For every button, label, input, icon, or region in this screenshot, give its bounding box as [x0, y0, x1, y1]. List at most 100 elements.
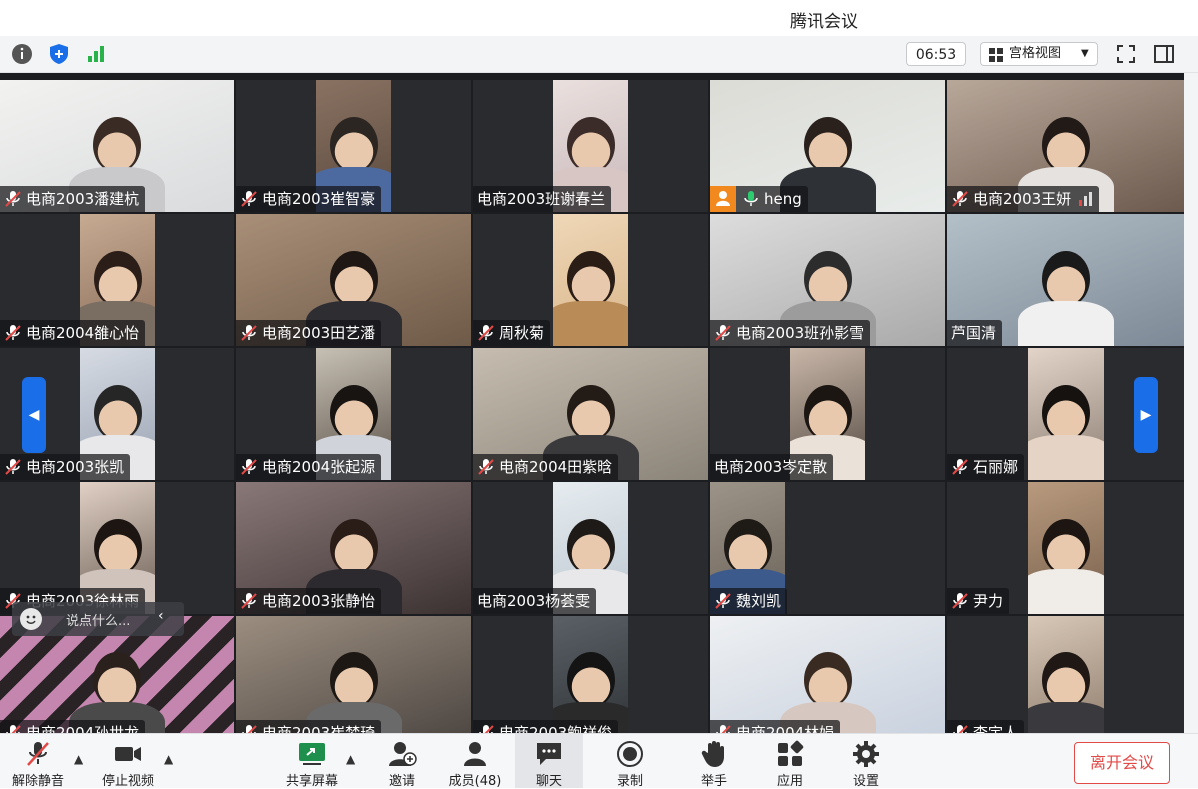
participant-tile[interactable]: 电商2003王妍 — [947, 80, 1184, 212]
participant-tile[interactable]: 李宇人 — [947, 616, 1184, 733]
mic-muted-icon — [5, 191, 21, 207]
sidebar-toggle-icon[interactable] — [1152, 42, 1176, 66]
participant-name-label: 电商2003班谢春兰 — [473, 186, 612, 212]
leave-meeting-button[interactable]: 离开会议 — [1074, 742, 1170, 784]
participant-name: 李宇人 — [973, 724, 1019, 733]
mic-muted-icon — [478, 459, 494, 475]
participant-name: heng — [764, 190, 802, 208]
raise-hand-button[interactable]: 举手 — [684, 734, 744, 789]
add-user-icon — [389, 742, 417, 766]
participant-tile[interactable]: 电商2003田艺潘 — [236, 214, 471, 346]
participant-name-label: 芦国清 — [947, 320, 1003, 346]
mic-muted-icon — [715, 593, 731, 609]
participant-tile[interactable]: 电商2003潘建杭 — [0, 80, 234, 212]
host-badge-icon — [710, 186, 736, 212]
participant-tile[interactable]: 周秋菊 — [473, 214, 708, 346]
next-page-button[interactable]: ▶ — [1134, 377, 1158, 453]
participant-tile[interactable]: 电商2004雒心怡 — [0, 214, 234, 346]
stop-video-button[interactable]: 停止视频 — [96, 734, 160, 789]
signal-icon[interactable] — [84, 42, 108, 66]
participant-tile[interactable]: heng — [710, 80, 945, 212]
participant-face — [1042, 518, 1090, 575]
participant-tile[interactable]: 电商2004张起源 — [236, 348, 471, 480]
participant-tile[interactable]: 魏刘凯 — [710, 482, 945, 614]
unmute-button[interactable]: 解除静音 — [8, 734, 68, 789]
share-screen-icon — [299, 743, 325, 765]
mic-muted-icon — [241, 459, 257, 475]
emoji-icon[interactable] — [20, 608, 42, 630]
prev-page-button[interactable]: ◀ — [22, 377, 46, 453]
participant-name: 电商2003岑定散 — [714, 458, 828, 476]
participant-name-label: 电商2003崔梦琦 — [236, 720, 382, 733]
participant-tile[interactable]: 电商2003张静怡 — [236, 482, 471, 614]
invite-label: 邀请 — [388, 774, 415, 789]
participant-name: 电商2004孙世龙 — [26, 724, 140, 733]
participant-name-label: 电商2004张起源 — [236, 454, 382, 480]
participant-name: 电商2004张起源 — [262, 458, 376, 476]
participant-tile[interactable]: 电商2003崔智豪 — [236, 80, 471, 212]
apps-icon — [778, 740, 804, 766]
members-button[interactable]: 成员(48) — [444, 734, 506, 789]
participant-name-label: 电商2003鲍祥俊 — [473, 720, 619, 733]
participant-body — [1028, 568, 1104, 614]
mute-options-chevron-icon[interactable]: ▲ — [74, 752, 83, 766]
participant-name-label: 电商2003杨荟雯 — [473, 588, 597, 614]
record-icon — [617, 741, 643, 767]
participant-name: 石丽娜 — [973, 458, 1019, 476]
share-options-chevron-icon[interactable]: ▲ — [346, 752, 355, 766]
participant-tile[interactable]: 电商2003班谢春兰 — [473, 80, 708, 212]
chat-placeholder: 说点什么... — [66, 614, 131, 629]
meeting-timer: 06:53 — [906, 42, 966, 66]
participant-tile[interactable]: 电商2003班孙影雪 — [710, 214, 945, 346]
record-button[interactable]: 录制 — [600, 734, 660, 789]
mic-muted-icon — [952, 191, 968, 207]
participant-name-label: 电商2004孙世龙 — [0, 720, 146, 733]
participant-name: 周秋菊 — [499, 324, 545, 342]
participant-name-label: 魏刘凯 — [710, 588, 788, 614]
fullscreen-icon[interactable] — [1114, 42, 1138, 66]
mic-muted-icon — [6, 725, 21, 733]
participant-tile[interactable]: 电商2003鲍祥俊 — [473, 616, 708, 733]
participant-tile[interactable]: 芦国清 — [947, 214, 1184, 346]
participant-name: 电商2003班孙影雪 — [736, 324, 865, 342]
view-mode-select[interactable]: 宫格视图 ▼ — [980, 42, 1098, 66]
settings-button[interactable]: 设置 — [836, 734, 896, 789]
participant-name-label: 电商2004田紫晗 — [473, 454, 619, 480]
video-options-chevron-icon[interactable]: ▲ — [164, 752, 173, 766]
participant-tile[interactable]: 尹力 — [947, 482, 1184, 614]
shield-icon[interactable] — [47, 42, 71, 66]
participant-tile[interactable]: 电商2003杨荟雯 — [473, 482, 708, 614]
participant-name: 电商2003王妍 — [973, 190, 1072, 208]
info-icon[interactable] — [10, 42, 34, 66]
participant-name-label: 石丽娜 — [947, 454, 1025, 480]
collapse-chevron-icon[interactable]: ‹ — [158, 608, 164, 624]
participant-name-label: heng — [710, 186, 808, 212]
participant-name-label: 电商2003张凯 — [0, 454, 131, 480]
members-label: 成员(48) — [448, 774, 502, 789]
participant-tile[interactable]: 电商2003徐林雨 — [0, 482, 234, 614]
mic-muted-icon — [479, 725, 494, 733]
participant-tile[interactable]: 电商2004林娟 — [710, 616, 945, 733]
participant-video — [236, 616, 471, 733]
mic-muted-icon — [715, 325, 731, 341]
participant-face — [803, 652, 852, 709]
participant-tile[interactable]: 电商2003岑定散 — [710, 348, 945, 480]
hand-icon — [701, 741, 724, 767]
participant-name-label: 电商2003班孙影雪 — [710, 320, 871, 346]
share-screen-button[interactable]: 共享屏幕 — [282, 734, 342, 789]
mic-muted-icon — [241, 593, 257, 609]
participant-face — [93, 518, 142, 575]
mic-muted-icon — [5, 459, 21, 475]
participant-name: 电商2003张静怡 — [262, 592, 376, 610]
participant-tile[interactable]: 电商2003崔梦琦 — [236, 616, 471, 733]
participant-name: 魏刘凯 — [736, 592, 782, 610]
participant-name-label: 尹力 — [947, 588, 1010, 614]
quick-chat-input[interactable]: 说点什么... ‹ — [12, 602, 184, 636]
chat-button[interactable]: 聊天 — [515, 734, 583, 789]
participant-tile[interactable]: 电商2004田紫晗 — [473, 348, 708, 480]
apps-button[interactable]: 应用 — [760, 734, 820, 789]
participant-name-label: 电商2004林娟 — [710, 720, 841, 733]
invite-button[interactable]: 邀请 — [374, 734, 430, 789]
stop-video-label: 停止视频 — [101, 774, 154, 789]
mic-muted-icon — [27, 742, 49, 766]
